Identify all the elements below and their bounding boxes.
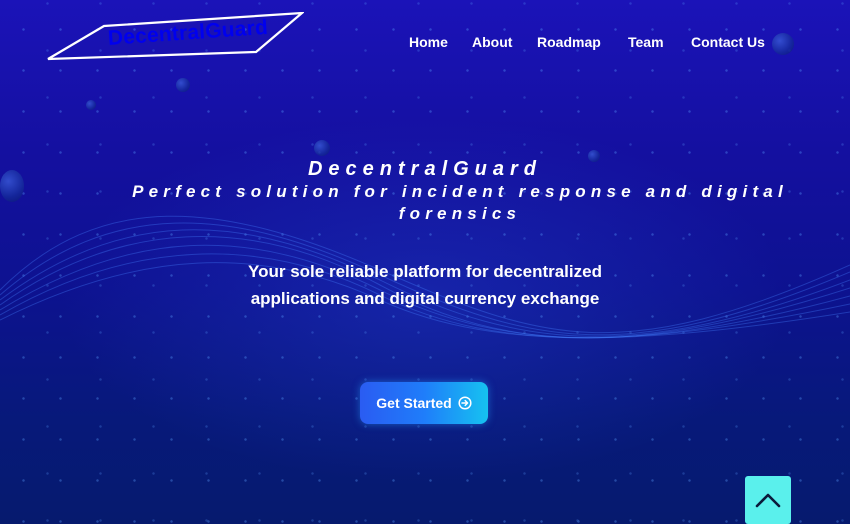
decorative-sphere [314, 140, 330, 156]
nav-item-roadmap[interactable]: Roadmap [537, 34, 617, 50]
nav-item-about[interactable]: About [472, 34, 512, 50]
get-started-button[interactable]: Get Started [360, 382, 488, 424]
nav-item-home[interactable]: Home [409, 34, 448, 50]
chevron-up-icon [755, 493, 781, 508]
brand-logo[interactable]: DecentralGuard [46, 12, 304, 62]
hero-title: DecentralGuard [307, 158, 543, 180]
arrow-right-circle-icon [458, 396, 472, 410]
decorative-sphere [86, 100, 96, 110]
scroll-to-top-button[interactable] [745, 476, 791, 524]
nav-item-contact-us[interactable]: Contact Us [691, 34, 781, 50]
hero-tagline: Perfect solution for incident response a… [132, 182, 788, 223]
decorative-sphere [176, 78, 190, 92]
get-started-label: Get Started [376, 395, 452, 411]
nav-item-team[interactable]: Team [628, 34, 664, 50]
hero-description: Your sole reliable platform for decentra… [248, 262, 602, 308]
